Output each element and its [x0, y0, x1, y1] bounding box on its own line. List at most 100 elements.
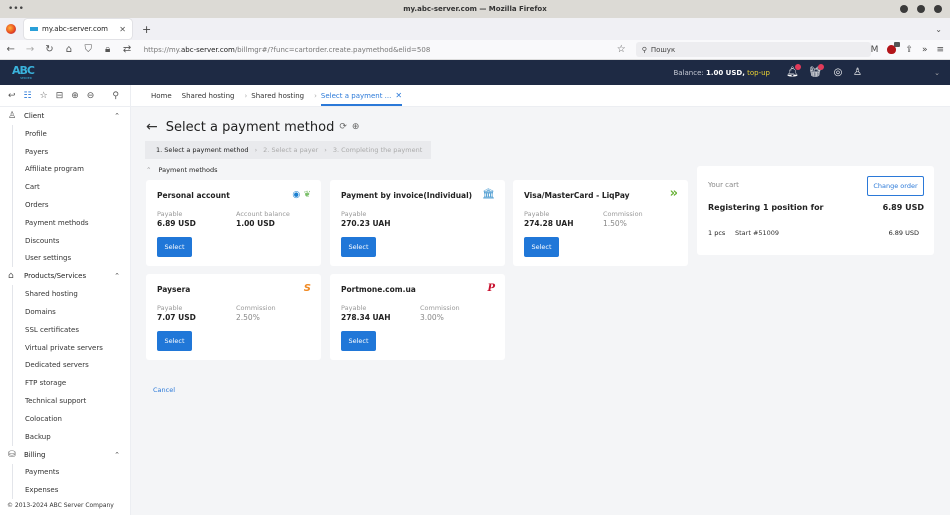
- method-name: Personal account: [157, 191, 230, 200]
- change-order-button[interactable]: Change order: [867, 176, 924, 196]
- commission-value: 3.00%: [420, 313, 444, 322]
- sidebar-item-payments[interactable]: Payments: [13, 464, 130, 482]
- payable-value: 274.28 UAH: [524, 219, 574, 228]
- shield-icon[interactable]: ⛉: [84, 44, 93, 55]
- briefcase-icon[interactable]: ⊟: [56, 91, 64, 101]
- url-domain: abc-server.com: [181, 45, 235, 54]
- reload-icon[interactable]: ↻: [45, 44, 54, 55]
- browser-tab[interactable]: my.abc-server.com ✕: [24, 19, 132, 39]
- search-icon: ⚲: [641, 45, 647, 54]
- sidebar-item-colocation[interactable]: Colocation: [13, 410, 130, 428]
- close-breadcrumb-icon[interactable]: ✕: [395, 91, 402, 100]
- search-placeholder: Пошук: [650, 45, 676, 54]
- search-magnifier-icon[interactable]: ⚲: [112, 91, 119, 101]
- chevron-up-icon[interactable]: ⌃: [114, 272, 120, 280]
- sidebar-item-profile[interactable]: Profile: [13, 125, 130, 143]
- search-input[interactable]: ⚲ Пошук: [635, 42, 871, 57]
- payment-card-portmone: Portmone.com.ua P Payable 278.34 UAH Com…: [330, 274, 505, 360]
- zoom-in-icon[interactable]: ⊕: [71, 91, 79, 101]
- url-field[interactable]: https://my. abc-server.com/billmgr#/?func…: [142, 42, 617, 58]
- payable-value: 7.07 USD: [157, 313, 196, 322]
- sidebar-item-virtual-private-servers[interactable]: Virtual private servers: [13, 339, 130, 357]
- tab-list-chevron-icon[interactable]: ⌄: [935, 25, 942, 34]
- overflow-icon[interactable]: »: [922, 45, 928, 55]
- cart-total: 6.89 USD: [882, 203, 924, 212]
- sidebar-item-discounts[interactable]: Discounts: [13, 232, 130, 250]
- refresh-icon[interactable]: ⟳: [339, 122, 347, 132]
- sidebar-item-orders[interactable]: Orders: [13, 196, 130, 214]
- close-tab-icon[interactable]: ✕: [119, 25, 126, 34]
- sidebar-item-technical-support[interactable]: Technical support: [13, 392, 130, 410]
- back-arrow-icon[interactable]: ←: [146, 119, 158, 135]
- user-menu-chevron-icon[interactable]: ⌄: [934, 69, 940, 77]
- sidebar-item-affiliate-program[interactable]: Affiliate program: [13, 161, 130, 179]
- select-button[interactable]: Select: [157, 331, 192, 351]
- sidebar-item-domains[interactable]: Domains: [13, 303, 130, 321]
- hamburger-menu-icon[interactable]: ≡: [937, 45, 945, 55]
- payment-methods-section-header[interactable]: ⌃ Payment methods: [146, 166, 218, 174]
- select-button[interactable]: Select: [524, 237, 559, 257]
- toolbar: ↩ ☷ ☆ ⊟ ⊕ ⊖ ⚲ Home Shared hosting › Shar…: [0, 85, 950, 107]
- commission-label: Commission: [236, 304, 276, 312]
- notifications-bell-icon[interactable]: 🔔︎: [786, 63, 801, 79]
- url-path: /billmgr#/?func=cartorder.create.paymeth…: [234, 45, 431, 54]
- method-name: Payment by invoice(Individual): [341, 191, 473, 200]
- sidebar-group-billing[interactable]: ⛁ Billing ⌃: [0, 446, 130, 464]
- sidebar-item-shared-hosting[interactable]: Shared hosting: [13, 285, 130, 303]
- breadcrumb-shared-hosting[interactable]: Shared hosting: [182, 92, 235, 100]
- select-button[interactable]: Select: [341, 237, 376, 257]
- back-arrow-icon[interactable]: ↩: [8, 91, 16, 101]
- cart-item-name: Start #51009: [735, 229, 780, 237]
- step-separator: ›: [324, 146, 327, 154]
- cart-basket-icon[interactable]: 🧺︎: [809, 63, 824, 79]
- cancel-link[interactable]: Cancel: [153, 386, 175, 394]
- sidebar-item-cart[interactable]: Cart: [13, 178, 130, 196]
- step-2: 2. Select a payer: [263, 146, 319, 154]
- back-icon[interactable]: ←: [6, 44, 15, 55]
- payable-label: Payable: [341, 210, 367, 218]
- globe-icon[interactable]: ⊕: [352, 122, 360, 132]
- breadcrumb-current[interactable]: Select a payment ... ✕: [320, 85, 403, 106]
- breadcrumb-current-label: Select a payment ...: [320, 91, 392, 100]
- sidebar-item-ssl-certificates[interactable]: SSL certificates: [13, 321, 130, 339]
- balance-value: 1.00 USD,: [705, 68, 745, 77]
- zoom-out-icon[interactable]: ⊖: [87, 91, 95, 101]
- chevron-up-icon[interactable]: ⌃: [114, 112, 120, 120]
- sidebar-item-dedicated-servers[interactable]: Dedicated servers: [13, 357, 130, 375]
- breadcrumb-shared-hosting-2[interactable]: Shared hosting: [251, 92, 304, 100]
- new-tab-button[interactable]: +: [142, 23, 151, 36]
- sidebar-item-expenses[interactable]: Expenses: [13, 481, 130, 499]
- payment-card-liqpay: Visa/MasterCard - LiqPay » Payable 274.2…: [513, 180, 688, 266]
- abc-server-logo[interactable]: ABC SERVER: [12, 65, 40, 80]
- select-button[interactable]: Select: [341, 331, 376, 351]
- user-profile-icon[interactable]: ♙: [853, 67, 862, 78]
- topup-link[interactable]: top-up: [747, 69, 770, 77]
- forward-icon[interactable]: →: [25, 44, 34, 55]
- select-button[interactable]: Select: [157, 237, 192, 257]
- support-headset-icon[interactable]: ◎: [832, 67, 844, 79]
- favorites-star-icon[interactable]: ☆: [40, 91, 48, 101]
- sidebar-item-payers[interactable]: Payers: [13, 143, 130, 161]
- sidebar-item-user-settings[interactable]: User settings: [13, 250, 130, 268]
- gmail-icon[interactable]: M: [871, 45, 879, 55]
- breadcrumb-home[interactable]: Home: [151, 92, 172, 100]
- chevron-up-icon[interactable]: ⌃: [114, 451, 120, 459]
- step-3: 3. Completing the payment: [332, 146, 423, 154]
- method-name: Visa/MasterCard - LiqPay: [524, 191, 630, 200]
- commission-value: 1.50%: [603, 219, 627, 228]
- lock-icon[interactable]: 🔒︎: [103, 44, 112, 55]
- extension-icon[interactable]: [887, 42, 901, 54]
- sidebar-group-client[interactable]: ♙ Client ⌃: [0, 107, 130, 125]
- payable-value: 270.23 UAH: [341, 219, 391, 228]
- sidebar-item-backup[interactable]: Backup: [13, 428, 130, 446]
- home-icon[interactable]: ⌂: [64, 44, 73, 55]
- notification-badge: [795, 63, 801, 70]
- sidebar-group-products-services[interactable]: ⌂ Products/Services ⌃: [0, 267, 130, 285]
- paysera-icon: S: [303, 283, 311, 294]
- sidebar-item-payment-methods[interactable]: Payment methods: [13, 214, 130, 232]
- sitemap-icon[interactable]: ☷: [24, 91, 32, 101]
- bookmark-star-icon[interactable]: ☆: [617, 44, 626, 55]
- share-icon[interactable]: ⇪: [905, 45, 913, 55]
- sidebar-item-ftp-storage[interactable]: FTP storage: [13, 374, 130, 392]
- permissions-icon[interactable]: ⇄: [122, 44, 131, 55]
